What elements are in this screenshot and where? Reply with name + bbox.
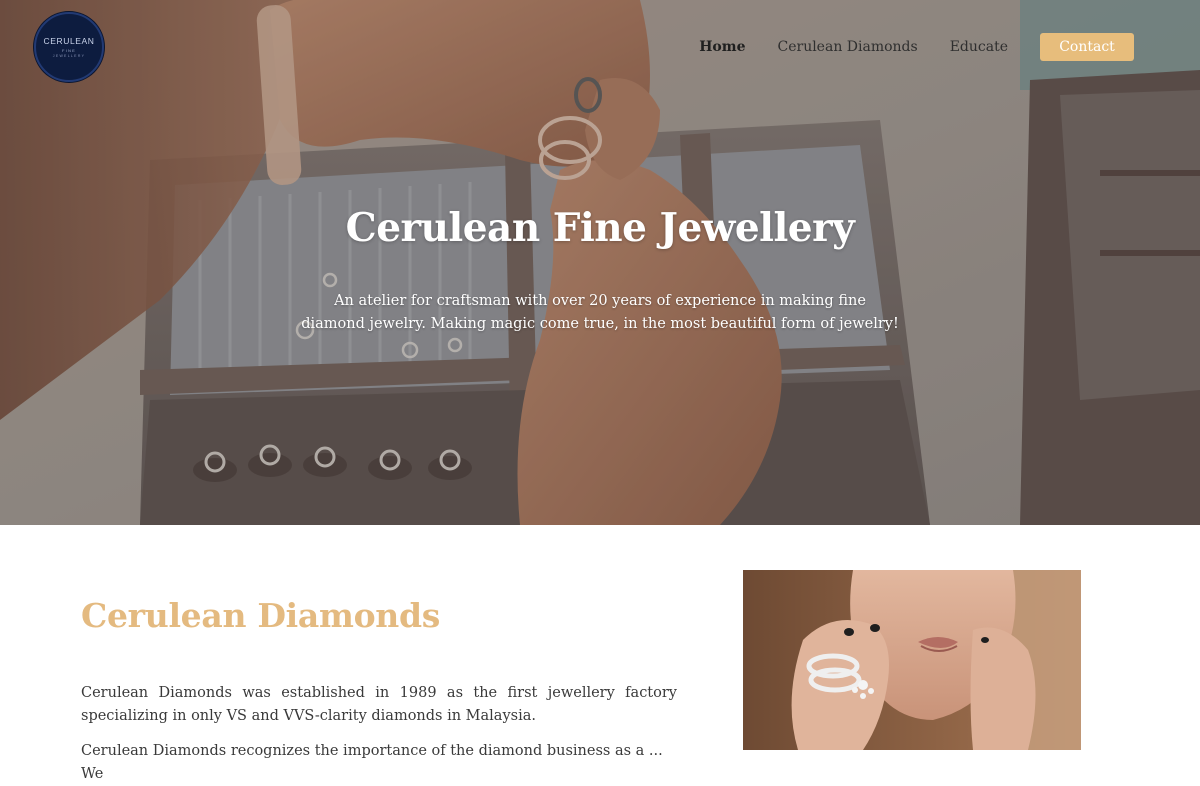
hero-subtitle: An atelier for craftsman with over 20 ye… bbox=[301, 293, 899, 332]
model-with-rings-image bbox=[743, 570, 1081, 750]
nav-item-home[interactable]: Home bbox=[699, 39, 745, 55]
hero-section: CERULEAN FINE JEWELLERY Home Cerulean Di… bbox=[0, 0, 1200, 525]
brand-logo[interactable]: CERULEAN FINE JEWELLERY bbox=[34, 12, 104, 82]
logo-wordmark: CERULEAN bbox=[43, 36, 95, 46]
about-paragraph-continued: Cerulean Diamonds recognizes the importa… bbox=[81, 743, 663, 782]
hero-title: Cerulean Fine Jewellery bbox=[345, 205, 855, 251]
logo-tagline-secondary: JEWELLERY bbox=[52, 54, 86, 58]
contact-button[interactable]: Contact bbox=[1040, 33, 1134, 61]
nav-item-cerulean-diamonds[interactable]: Cerulean Diamonds bbox=[778, 39, 918, 55]
about-image bbox=[743, 570, 1081, 750]
about-heading: Cerulean Diamonds bbox=[81, 596, 441, 635]
main-nav: Home Cerulean Diamonds Educate Contact bbox=[667, 33, 1134, 61]
nav-item-educate[interactable]: Educate bbox=[950, 39, 1008, 55]
about-paragraph: Cerulean Diamonds was established in 198… bbox=[81, 685, 677, 724]
hero-overlay bbox=[0, 0, 1200, 525]
logo-tagline: FINE bbox=[62, 48, 76, 53]
